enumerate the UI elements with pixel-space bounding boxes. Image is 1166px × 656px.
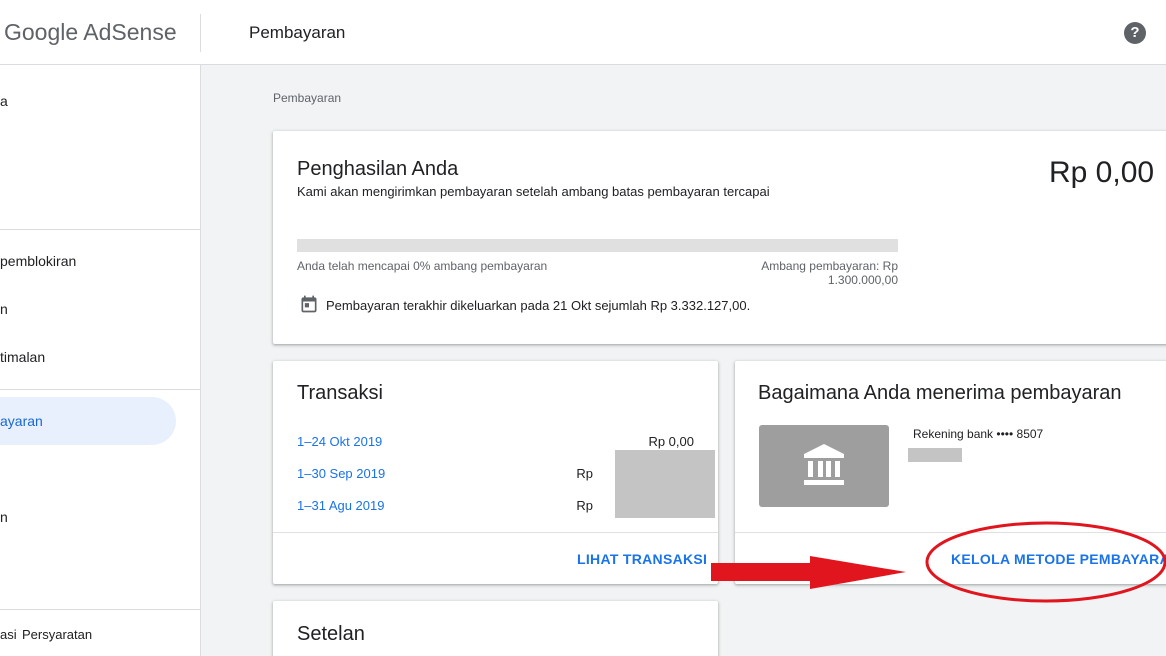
earnings-amount: Rp 0,00 (1049, 156, 1155, 189)
sidebar-divider (0, 229, 200, 230)
payment-threshold-text: Ambang pembayaran: Rp 1.300.000,00 (761, 259, 898, 287)
sidebar-item-payments[interactable]: ayaran (0, 413, 43, 429)
transaction-amount: Rp 0,00 (648, 434, 694, 449)
payment-method-card: Bagaimana Anda menerima pembayaran Reken… (735, 361, 1166, 584)
top-app-bar: Google AdSense Pembayaran ? (0, 0, 1166, 65)
sidebar-divider (0, 389, 200, 390)
help-icon[interactable]: ? (1124, 22, 1146, 44)
sidebar-item-account[interactable]: n (0, 509, 8, 525)
table-row: 1–24 Okt 2019 Rp 0,00 (297, 434, 694, 449)
sidebar-item-blocking-controls[interactable]: pemblokiran (0, 253, 76, 269)
breadcrumb: Pembayaran (273, 91, 342, 105)
bank-icon (804, 444, 844, 485)
earnings-card: Penghasilan Anda Rp 0,00 Kami akan mengi… (273, 131, 1166, 344)
calendar-icon (301, 295, 317, 313)
payment-method-title: Bagaimana Anda menerima pembayaran (758, 382, 1122, 404)
redacted-account-detail (908, 448, 962, 462)
sidebar: a pemblokiran n timalan ayaran n asi Per… (0, 65, 201, 656)
transactions-card: Transaksi 1–24 Okt 2019 Rp 0,00 1–30 Sep… (273, 361, 718, 584)
manage-payment-methods-button[interactable]: KELOLA METODE PEMBAYARAN (951, 551, 1166, 567)
settings-card: Setelan (273, 601, 718, 656)
bank-account-label: Rekening bank •••• 8507 (913, 427, 1044, 441)
last-payment-text: Pembayaran terakhir dikeluarkan pada 21 … (326, 298, 751, 313)
card-divider (735, 532, 1166, 533)
earnings-description: Kami akan mengirimkan pembayaran setelah… (297, 184, 770, 199)
transaction-period-link[interactable]: 1–24 Okt 2019 (297, 434, 382, 449)
progress-status-text: Anda telah mencapai 0% ambang pembayaran (297, 259, 548, 273)
view-transactions-button[interactable]: LIHAT TRANSAKSI (577, 551, 707, 567)
page-title: Pembayaran (249, 23, 346, 42)
redacted-amounts (615, 450, 715, 518)
transaction-period-link[interactable]: 1–30 Sep 2019 (297, 466, 385, 481)
transaction-amount: Rp (576, 498, 593, 513)
footer-privacy-link[interactable]: asi (0, 627, 17, 642)
header-divider (200, 14, 201, 52)
transaction-amount: Rp (576, 466, 593, 481)
footer-terms-link[interactable]: Persyaratan (22, 627, 92, 642)
sidebar-item-reports[interactable]: n (0, 301, 8, 317)
adsense-logo[interactable]: Google AdSense (4, 19, 177, 46)
card-divider (273, 532, 718, 533)
bank-account-image (759, 425, 889, 507)
payment-threshold-progress-bar (297, 239, 898, 252)
sidebar-divider (0, 609, 200, 610)
transactions-title: Transaksi (297, 382, 383, 404)
sidebar-item-optimization[interactable]: timalan (0, 349, 45, 365)
sidebar-item-home[interactable]: a (0, 93, 8, 109)
settings-title: Setelan (297, 623, 365, 645)
transaction-period-link[interactable]: 1–31 Agu 2019 (297, 498, 384, 513)
earnings-title: Penghasilan Anda (297, 158, 459, 180)
